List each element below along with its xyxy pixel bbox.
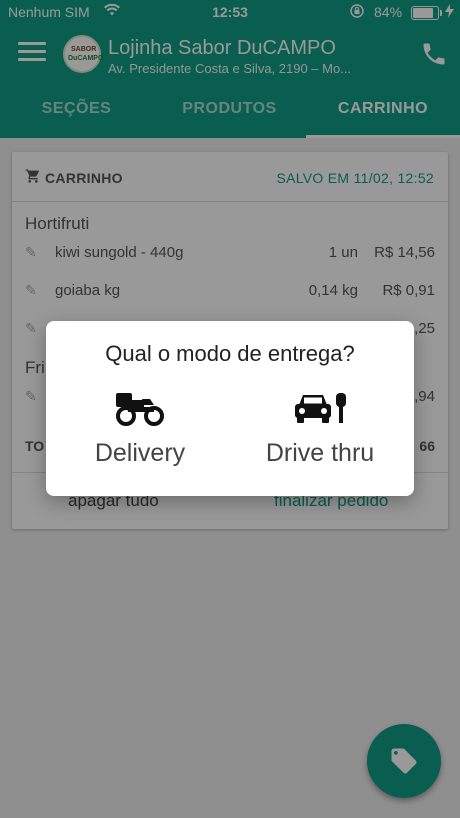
delivery-label: Delivery: [94, 439, 186, 467]
delivery-mode-dialog: Qual o modo de entrega? Delivery Drive t…: [46, 321, 414, 496]
dialog-title: Qual o modo de entrega?: [105, 341, 355, 366]
drive-thru-label: Drive thru: [265, 439, 375, 467]
delivery-option[interactable]: Delivery: [50, 391, 230, 481]
drive-thru-option[interactable]: Drive thru: [230, 391, 410, 481]
car-pump-icon: [230, 391, 410, 431]
motorcycle-icon: [50, 391, 230, 431]
